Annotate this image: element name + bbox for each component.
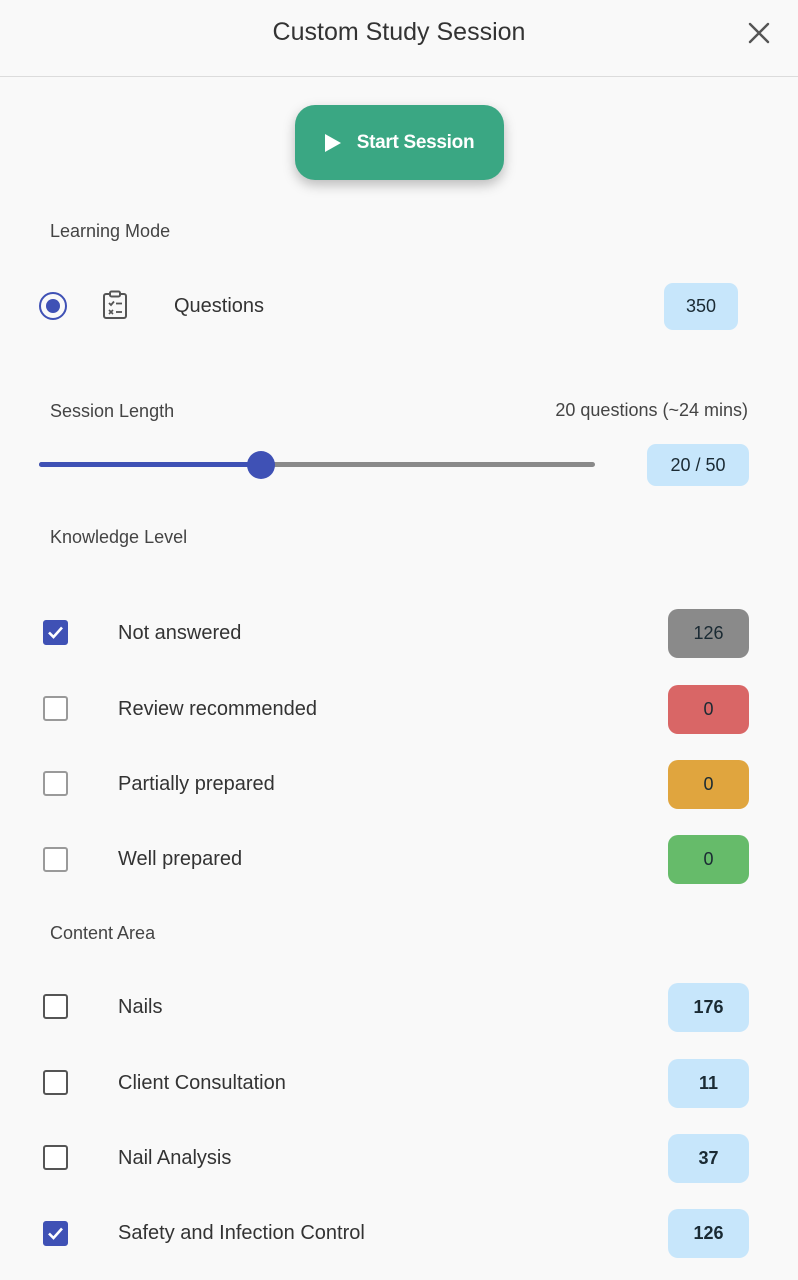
well-prepared-label: Well prepared [118, 848, 243, 870]
play-icon [324, 133, 341, 152]
review-recommended-checkbox[interactable] [43, 696, 68, 721]
well-prepared-checkbox[interactable] [43, 847, 68, 872]
questions-radio[interactable] [39, 292, 67, 320]
checkmark-icon [48, 1227, 63, 1240]
client-consultation-checkbox[interactable] [43, 1070, 68, 1095]
session-length-heading: Session Length [50, 401, 175, 421]
safety-infection-control-label: Safety and Infection Control [118, 1222, 365, 1244]
nails-checkbox[interactable] [43, 994, 68, 1019]
slider-fill [39, 462, 262, 467]
review-recommended-count: 0 [668, 685, 749, 734]
dialog-title: Custom Study Session [272, 18, 526, 46]
client-consultation-label: Client Consultation [118, 1072, 286, 1094]
close-icon[interactable] [745, 19, 773, 47]
start-session-label: Start Session [356, 131, 475, 153]
learning-mode-heading: Learning Mode [50, 221, 171, 241]
questions-count-badge: 350 [664, 283, 738, 330]
partially-prepared-count: 0 [668, 760, 749, 809]
nail-analysis-checkbox[interactable] [43, 1145, 68, 1170]
knowledge-level-heading: Knowledge Level [50, 527, 188, 547]
checkmark-icon [48, 626, 63, 639]
well-prepared-count: 0 [668, 835, 749, 884]
session-length-badge: 20 / 50 [647, 444, 749, 486]
nails-count: 176 [668, 983, 749, 1032]
not-answered-label: Not answered [118, 622, 242, 644]
safety-infection-control-count: 126 [668, 1209, 749, 1258]
questions-label: Questions [174, 295, 265, 317]
session-length-slider[interactable] [39, 447, 595, 483]
nails-label: Nails [118, 996, 163, 1018]
not-answered-checkbox[interactable] [43, 620, 68, 645]
nail-analysis-count: 37 [668, 1134, 749, 1183]
safety-infection-control-checkbox[interactable] [43, 1221, 68, 1246]
partially-prepared-checkbox[interactable] [43, 771, 68, 796]
client-consultation-count: 11 [668, 1059, 749, 1108]
start-session-button[interactable]: Start Session [295, 105, 504, 180]
content-area-heading: Content Area [50, 923, 156, 943]
dialog-header: Custom Study Session [0, 0, 798, 77]
session-length-summary: 20 questions (~24 mins) [555, 400, 748, 420]
partially-prepared-label: Partially prepared [118, 773, 275, 795]
clipboard-list-icon [103, 290, 127, 319]
slider-thumb[interactable] [247, 451, 276, 479]
nail-analysis-label: Nail Analysis [118, 1147, 232, 1169]
not-answered-count: 126 [668, 609, 749, 658]
review-recommended-label: Review recommended [118, 698, 317, 720]
